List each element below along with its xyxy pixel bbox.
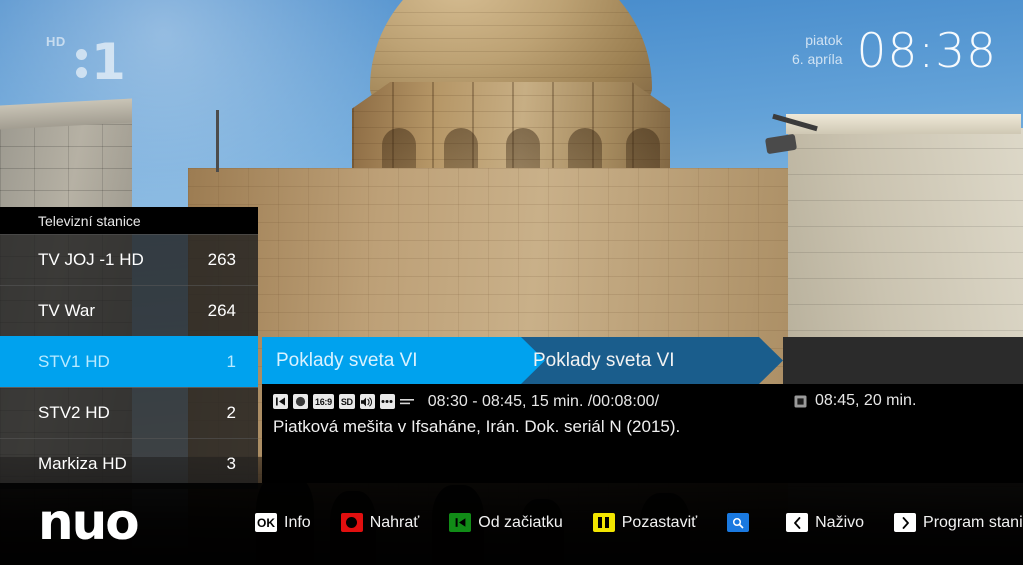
audio-track-icon [359, 394, 375, 409]
provider-logo: nuo [38, 493, 140, 551]
colon-dots-icon [76, 49, 87, 83]
tv-screen: HD 1 piatok 6. apríla 08:38 Televizní st… [0, 0, 1023, 565]
channel-row[interactable]: STV2 HD 2 [0, 387, 258, 438]
aspect-ratio-badge: 16:9 [313, 394, 334, 409]
sd-quality-badge: SD [338, 394, 355, 409]
subtitles-icon [379, 394, 395, 409]
action-from-start[interactable]: Od začiatku [449, 513, 563, 532]
channel-row[interactable]: Markiza HD 3 [0, 438, 258, 489]
action-info[interactable]: OK Info [255, 513, 311, 532]
skip-to-start-icon [273, 394, 288, 409]
program-badges-row: 16:9 SD 08:30 - 08:45, 15 min. /00:08:00… [273, 392, 659, 411]
channel-list[interactable]: Televizní stanice TV JOJ -1 HD 263 TV Wa… [0, 207, 258, 489]
action-channel-schedule[interactable]: Program stanice [894, 513, 1023, 532]
record-icon [293, 394, 308, 409]
channel-number: 263 [207, 250, 236, 269]
action-label: Info [284, 513, 311, 531]
ok-key-icon: OK [255, 513, 277, 532]
channel-name: STV2 HD [38, 403, 110, 422]
antenna [216, 110, 219, 172]
action-pause[interactable]: Pozastaviť [592, 513, 698, 532]
channel-number: 3 [226, 454, 236, 473]
teletext-icon [399, 397, 414, 406]
current-program-title: Poklady sveta VI [276, 349, 418, 371]
program-description: Piatková mešita v Ifsaháne, Irán. Dok. s… [273, 417, 681, 436]
hd-label: HD [46, 34, 66, 49]
action-buttons-row: OK Info Nahrať Od začiatku Pozastaviť Na… [255, 513, 1023, 532]
channel-name: STV1 HD [38, 352, 110, 371]
date-label: 6. apríla [791, 50, 843, 67]
next-program-panel[interactable] [783, 337, 1023, 384]
action-label: Od začiatku [478, 513, 563, 531]
channel-number: 1 [226, 352, 236, 371]
channel-row-selected[interactable]: STV1 HD 1 [0, 336, 258, 387]
program-time-range: 08:30 - 08:45, 15 min. /00:08:00/ [427, 392, 660, 410]
program-info-panel: 16:9 SD 08:30 - 08:45, 15 min. /00:08:00… [262, 384, 1023, 483]
action-label: Pozastaviť [621, 513, 698, 531]
action-live[interactable]: Naživo [786, 513, 864, 532]
search-key-icon [727, 513, 750, 532]
action-label: Naživo [815, 513, 865, 531]
channel-number-glyph: 1 [91, 33, 126, 91]
next-program-time: 08:45, 20 min. [815, 392, 917, 409]
channel-number: 264 [207, 301, 236, 320]
record-key-icon [340, 513, 363, 532]
bottom-action-bar: nuo OK Info Nahrať Od začiatku Pozastavi… [0, 483, 1023, 565]
chevron-left-key-icon [786, 513, 809, 532]
channel-name: TV War [38, 301, 95, 320]
next-program-title: Poklady sveta VI [533, 349, 675, 371]
channel-name: TV JOJ -1 HD [38, 250, 144, 269]
channel-mark-icon: 1 [76, 33, 126, 91]
channel-name: Markiza HD [38, 454, 127, 473]
program-progress-bar[interactable]: Poklady sveta VI Poklady sveta VI [262, 337, 1023, 384]
action-label: Program stanice [923, 513, 1023, 531]
channel-row[interactable]: TV JOJ -1 HD 263 [0, 234, 258, 285]
channel-list-header: Televizní stanice [0, 207, 258, 234]
channel-number: 2 [226, 403, 236, 422]
action-search[interactable] [727, 513, 756, 532]
pause-key-icon [592, 513, 615, 532]
stop-square-icon [794, 395, 807, 408]
channel-row[interactable]: TV War 264 [0, 285, 258, 336]
clock-area: piatok 6. apríla 08:38 [792, 28, 997, 75]
skip-back-key-icon [449, 513, 472, 532]
chevron-right-key-icon [894, 513, 917, 532]
weekday-label: piatok [805, 31, 843, 48]
action-label: Nahrať [369, 513, 420, 531]
next-program-meta: 08:45, 20 min. [794, 392, 916, 410]
action-record[interactable]: Nahrať [340, 513, 420, 532]
current-time: 08:38 [856, 24, 997, 79]
date-block: piatok 6. apríla [792, 31, 843, 73]
